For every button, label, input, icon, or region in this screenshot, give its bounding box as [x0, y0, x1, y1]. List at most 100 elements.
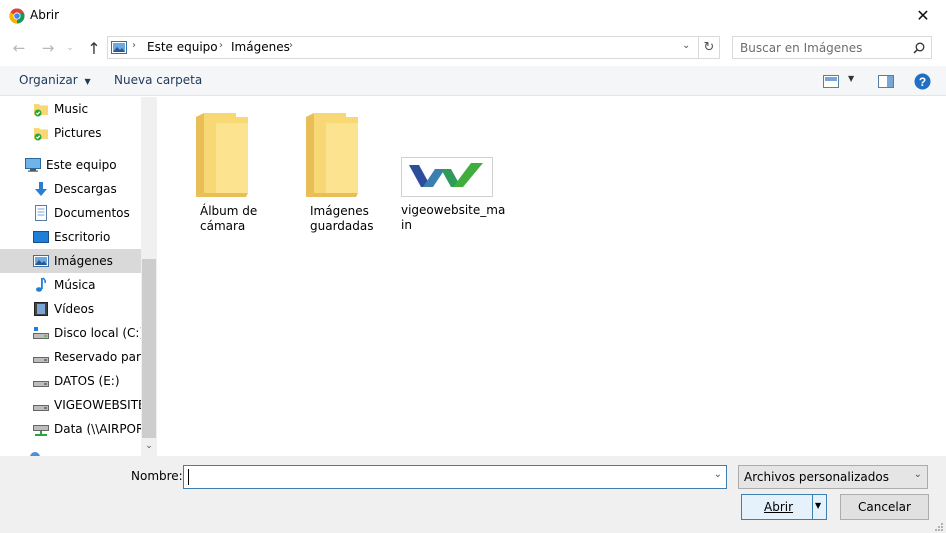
chevron-down-icon: ⌄	[66, 43, 74, 53]
filename-input[interactable]: ⌄	[183, 465, 727, 489]
cancel-button[interactable]: Cancelar	[840, 494, 929, 520]
refresh-button[interactable]: ↻	[699, 36, 720, 59]
close-button[interactable]: ✕	[900, 0, 946, 30]
scroll-down-button[interactable]: ⌄	[142, 438, 156, 454]
recent-locations-button[interactable]: ⌄	[63, 37, 77, 59]
nav-item-label: DATOS (E:)	[54, 374, 120, 388]
caret-down-icon: ▼	[848, 74, 855, 83]
nav-item-data-airport[interactable]: Data (\\AIRPORT	[0, 417, 141, 441]
nav-item-label: Descargas	[54, 182, 117, 196]
download-icon	[35, 182, 47, 196]
nav-item-pictures[interactable]: Pictures	[0, 121, 141, 145]
window-title: Abrir	[30, 8, 60, 22]
new-folder-button[interactable]: Nueva carpeta	[114, 73, 202, 87]
file-name-line: cámara	[200, 219, 246, 233]
video-icon	[34, 302, 48, 316]
text-caret	[188, 469, 189, 485]
nav-item-descargas[interactable]: Descargas	[0, 177, 141, 201]
search-input[interactable]: Buscar en Imágenes	[732, 36, 932, 59]
file-name-line: guardadas	[310, 219, 374, 233]
file-name-line: Álbum de	[200, 204, 258, 218]
nav-item-music[interactable]: Music	[0, 97, 141, 121]
scrollbar-thumb[interactable]	[142, 259, 156, 438]
file-name-line: Imágenes	[310, 204, 369, 218]
drive-icon	[33, 357, 49, 363]
nav-item-datos[interactable]: DATOS (E:)	[0, 369, 141, 393]
back-button[interactable]: ←	[9, 37, 29, 59]
chevron-down-icon: ⌄	[145, 441, 153, 451]
caret-down-icon: ▼	[84, 77, 91, 86]
desktop-icon	[33, 231, 49, 243]
open-button[interactable]: Abrir ▼	[741, 494, 827, 520]
search-icon	[913, 42, 925, 54]
file-item-imagenes-guardadas[interactable]: Imágenes guardadas	[306, 113, 406, 234]
nav-item-vigeowebsite[interactable]: VIGEOWEBSITE (	[0, 393, 141, 417]
nav-item-documentos[interactable]: Documentos	[0, 201, 141, 225]
breadcrumb-separator-icon: ›	[219, 40, 223, 51]
search-placeholder: Buscar en Imágenes	[740, 41, 863, 55]
nav-item-musica[interactable]: Música	[0, 273, 141, 297]
vigeo-logo-thumbnail-icon	[401, 157, 493, 197]
view-icon	[823, 75, 839, 88]
nav-item-disco-local[interactable]: Disco local (C:)	[0, 321, 141, 345]
nav-item-reservado[interactable]: Reservado para e	[0, 345, 141, 369]
preview-pane-icon[interactable]	[878, 75, 894, 88]
file-item-vigeowebsite-main[interactable]: vigeowebsite_ma in	[401, 157, 506, 233]
nav-item-label: Data (\\AIRPORT	[54, 422, 141, 436]
nav-item-escritorio[interactable]: Escritorio	[0, 225, 141, 249]
file-item-album-de-camara[interactable]: Álbum de cámara	[196, 113, 296, 234]
network-drive-icon	[33, 425, 49, 436]
chevron-down-icon[interactable]: ⌄	[714, 469, 722, 480]
split-divider	[812, 495, 813, 519]
documents-icon	[35, 205, 47, 221]
nav-item-este-equipo[interactable]: Este equipo	[0, 153, 141, 177]
drive-icon	[33, 405, 49, 411]
resize-grip-icon[interactable]	[932, 520, 944, 532]
pictures-icon	[33, 255, 49, 267]
nav-item-label: Imágenes	[54, 254, 113, 268]
breadcrumb-item-imagenes[interactable]: Imágenes	[231, 40, 290, 54]
help-icon[interactable]: ?	[914, 73, 931, 90]
up-button[interactable]: ↑	[84, 37, 104, 59]
nav-item-label: Disco local (C:)	[54, 326, 141, 340]
nav-item-label: Documentos	[54, 206, 130, 220]
change-view-button[interactable]: ▼	[823, 74, 863, 90]
folder-icon	[196, 113, 248, 197]
folder-check-icon	[34, 104, 48, 117]
address-dropdown-button[interactable]: ⌄	[682, 40, 690, 51]
address-bar[interactable]: › Este equipo › Imágenes › ⌄	[107, 36, 699, 59]
breadcrumb-separator-icon: ›	[289, 40, 293, 51]
breadcrumb-separator-icon: ›	[132, 40, 136, 51]
nav-item-label: VIGEOWEBSITE (	[54, 398, 141, 412]
nav-item-videos[interactable]: Vídeos	[0, 297, 141, 321]
title-bar	[0, 0, 946, 32]
organize-button[interactable]: Organizar ▼	[19, 73, 91, 87]
organize-label: Organizar	[19, 73, 78, 87]
music-icon	[36, 277, 47, 292]
folder-check-icon	[34, 128, 48, 141]
nav-item-label: Music	[54, 102, 89, 116]
nav-item-label: Música	[54, 278, 96, 292]
drive-icon	[33, 381, 49, 387]
svg-text:?: ?	[919, 75, 926, 89]
arrow-left-icon: ←	[12, 39, 26, 57]
nav-item-imagenes[interactable]: Imágenes	[0, 249, 141, 273]
file-type-value: Archivos personalizados	[744, 470, 889, 484]
file-type-select[interactable]: Archivos personalizados ⌄	[738, 465, 928, 489]
caret-down-icon[interactable]: ▼	[815, 501, 821, 510]
nav-item-label: Este equipo	[46, 158, 117, 172]
navigation-pane: Music Pictures Este equipo Descargas Doc…	[0, 97, 157, 456]
computer-icon	[25, 158, 41, 172]
pictures-icon	[111, 41, 127, 54]
filename-label: Nombre:	[131, 469, 183, 483]
nav-item-label: Escritorio	[54, 230, 111, 244]
close-icon: ✕	[916, 5, 930, 25]
nav-item-label: Vídeos	[54, 302, 95, 316]
nav-item-label: Reservado para e	[54, 350, 141, 364]
nav-item-label: Pictures	[54, 126, 102, 140]
chrome-icon	[9, 8, 25, 24]
breadcrumb-item-este-equipo[interactable]: Este equipo	[147, 40, 218, 54]
arrow-right-icon: →	[41, 39, 55, 57]
forward-button[interactable]: →	[38, 37, 58, 59]
file-name-line: vigeowebsite_ma	[401, 203, 506, 217]
